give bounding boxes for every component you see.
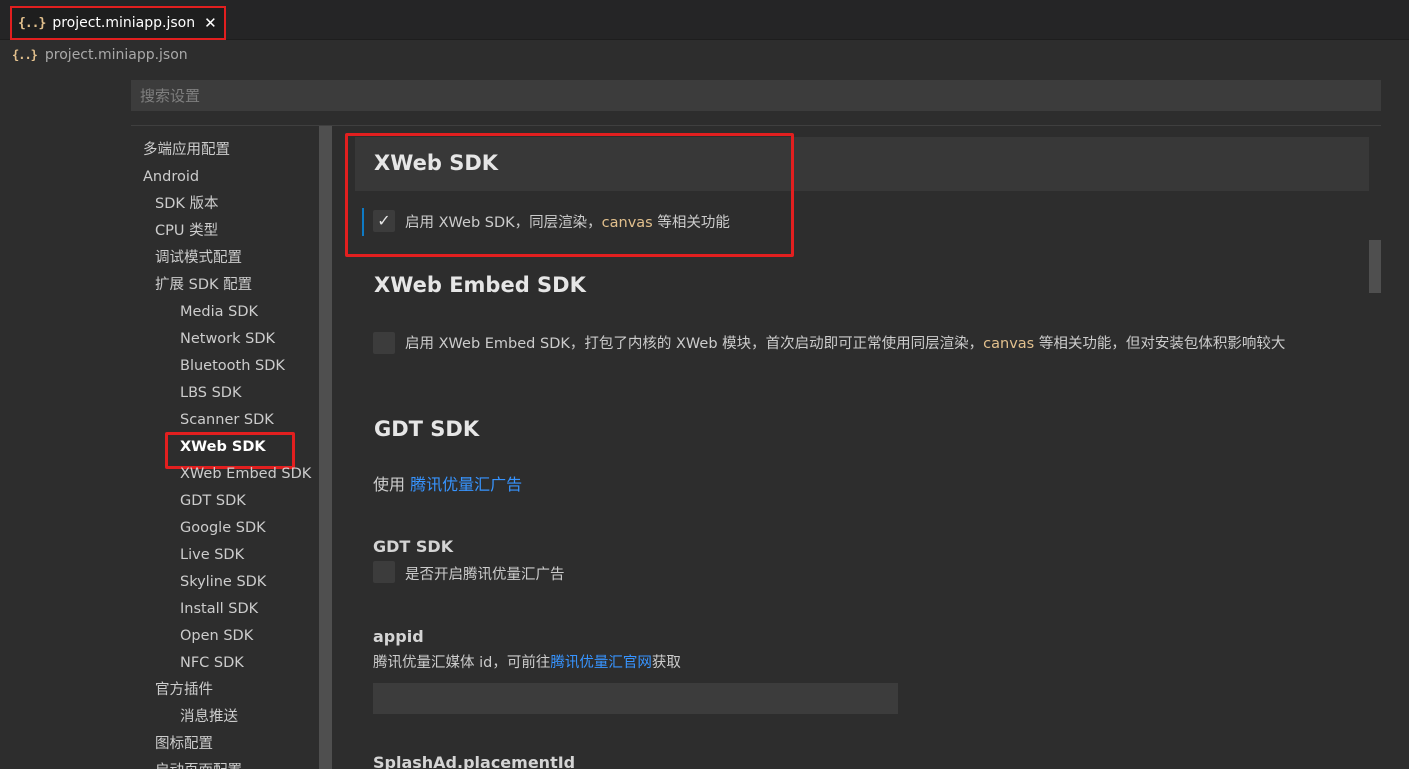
xweb-enable-checkbox[interactable]: ✓ xyxy=(373,210,395,232)
toc-item[interactable]: XWeb Embed SDK xyxy=(131,461,318,488)
tab-label: project.miniapp.json xyxy=(52,15,196,31)
toc-item[interactable]: Bluetooth SDK xyxy=(131,353,318,380)
xweb-enable-description: 启用 XWeb SDK，同层渲染，canvas 等相关功能 xyxy=(405,215,730,231)
gdt-group-title: GDT SDK xyxy=(374,417,480,441)
xweb-embed-group-title: XWeb Embed SDK xyxy=(374,273,586,297)
gdt-sdk-setting-label: GDT SDK xyxy=(373,537,454,556)
toc-item[interactable]: 官方插件 xyxy=(131,677,318,704)
toc-item[interactable]: XWeb SDK xyxy=(131,432,318,469)
code-token: canvas xyxy=(983,336,1035,352)
breadcrumb[interactable]: {..} project.miniapp.json xyxy=(12,44,188,66)
toc-item[interactable]: GDT SDK xyxy=(131,488,318,515)
settings-toc: 多端应用配置 Android SDK 版本 CPU 类型 调试模式配置 扩展 SDK 配置… xyxy=(131,137,318,769)
content-scrollbar[interactable] xyxy=(1369,240,1381,293)
splash-placement-setting-label: SplashAd.placementId xyxy=(373,753,576,769)
toc-item[interactable]: Google SDK xyxy=(131,515,318,542)
toc-item[interactable]: Network SDK xyxy=(131,326,318,353)
toc-item[interactable]: 图标配置 xyxy=(131,731,318,758)
editor-tab[interactable]: {..} project.miniapp.json ✕ xyxy=(10,6,226,40)
search-settings-input[interactable] xyxy=(131,80,1381,111)
breadcrumb-label: project.miniapp.json xyxy=(44,47,188,63)
xweb-embed-enable-description: 启用 XWeb Embed SDK，打包了内核的 XWeb 模块，首次启动即可正… xyxy=(405,336,1286,352)
toc-item[interactable]: Live SDK xyxy=(131,542,318,569)
gdt-enable-description: 是否开启腾讯优量汇广告 xyxy=(405,567,565,583)
appid-description: 腾讯优量汇媒体 id，可前往腾讯优量汇官网获取 xyxy=(373,655,681,671)
xweb-group-header xyxy=(355,137,1369,191)
xweb-group-title: XWeb SDK xyxy=(374,151,499,175)
toc-item[interactable]: 调试模式配置 xyxy=(131,245,318,272)
toc-item[interactable]: LBS SDK xyxy=(131,380,318,407)
code-token: canvas xyxy=(601,215,653,231)
toc-item[interactable]: Android xyxy=(131,164,318,191)
toc-item[interactable]: NFC SDK xyxy=(131,650,318,677)
tab-bar: {..} project.miniapp.json ✕ xyxy=(0,0,1409,40)
toc-item[interactable]: CPU 类型 xyxy=(131,218,318,245)
json-file-icon: {..} xyxy=(18,15,46,31)
toc-item[interactable]: Scanner SDK xyxy=(131,407,318,434)
toc-item[interactable]: Install SDK xyxy=(131,596,318,623)
focus-indicator xyxy=(362,208,364,236)
gdt-official-site-link[interactable]: 腾讯优量汇官网 xyxy=(550,655,652,671)
appid-input[interactable] xyxy=(373,683,898,714)
check-icon: ✓ xyxy=(377,211,391,230)
settings-content: XWeb SDK ✓ 启用 XWeb SDK，同层渲染，canvas 等相关功能… xyxy=(345,133,1369,769)
toc-item[interactable]: Media SDK xyxy=(131,299,318,326)
toc-scrollbar[interactable] xyxy=(319,126,332,769)
toc-item[interactable]: 启动页面配置 xyxy=(131,758,318,769)
toc-item[interactable]: 消息推送 xyxy=(131,704,318,731)
close-icon[interactable]: ✕ xyxy=(204,14,217,32)
xweb-embed-enable-checkbox[interactable] xyxy=(373,332,395,354)
gdt-ad-link[interactable]: 腾讯优量汇广告 xyxy=(410,475,522,494)
gdt-enable-checkbox[interactable] xyxy=(373,561,395,583)
toc-item[interactable]: 多端应用配置 xyxy=(131,137,318,164)
json-file-icon: {..} xyxy=(12,48,38,62)
appid-setting-label: appid xyxy=(373,627,424,646)
gdt-use-description: 使用 腾讯优量汇广告 xyxy=(373,475,523,494)
toc-item[interactable]: SDK 版本 xyxy=(131,191,318,218)
toc-item[interactable]: Open SDK xyxy=(131,623,318,650)
toc-item[interactable]: 扩展 SDK 配置 xyxy=(131,272,318,299)
toc-item[interactable]: Skyline SDK xyxy=(131,569,318,596)
